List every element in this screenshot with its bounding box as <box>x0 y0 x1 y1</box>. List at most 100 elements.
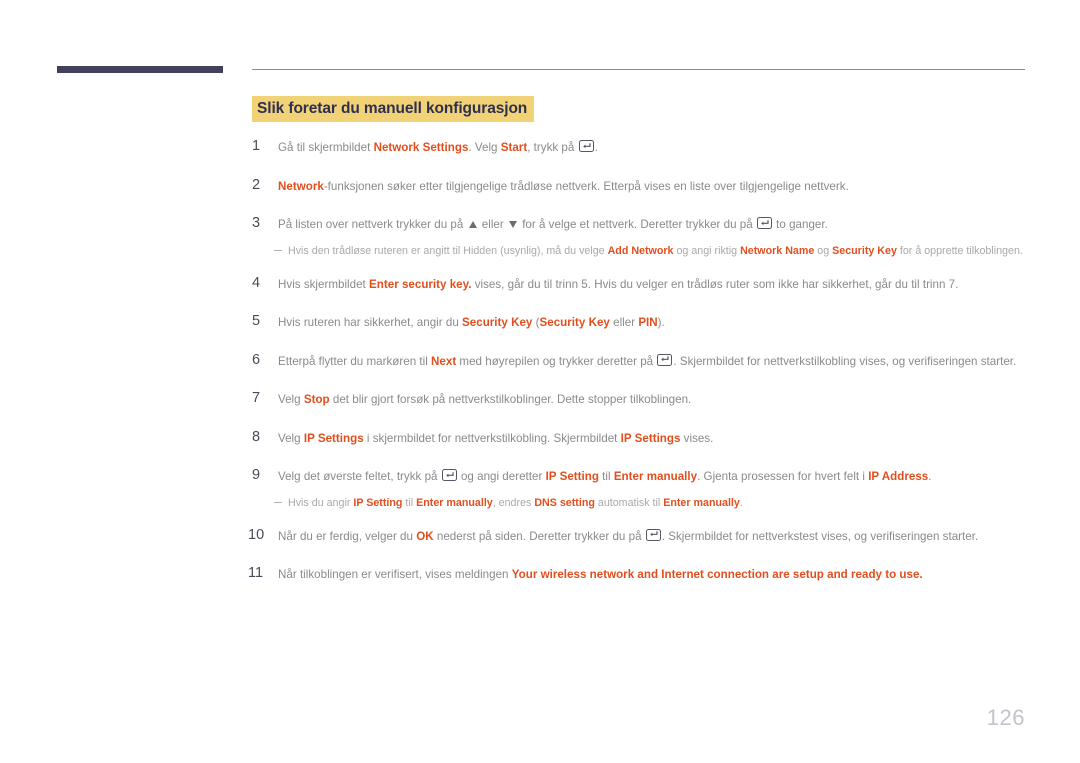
emphasized-term: IP Settings <box>620 431 681 445</box>
triangle-up-icon <box>468 221 477 229</box>
step-text: Hvis skjermbildet Enter security key. vi… <box>278 275 1042 293</box>
text-run: Velg det øverste feltet, trykk på <box>278 470 441 484</box>
enter-key-icon <box>645 528 661 541</box>
text-run: vises, går du til trinn 5. Hvis du velge… <box>471 277 959 291</box>
emphasized-term: Enter security key. <box>369 277 472 291</box>
text-run: og <box>814 244 833 257</box>
text-run: to ganger. <box>772 218 828 232</box>
step-text: Gå til skjermbildet Network Settings. Ve… <box>278 138 1042 156</box>
note-dash-icon <box>274 244 285 252</box>
text-run: Etterpå flytter du markøren til <box>278 354 432 368</box>
step-note: Hvis du angir IP Setting til Enter manua… <box>252 496 1042 511</box>
step-text: Hvis ruteren har sikkerhet, angir du Sec… <box>278 313 1042 331</box>
text-run: i skjermbildet for nettverkstilkobling. … <box>363 431 621 445</box>
enter-key-icon <box>441 469 457 482</box>
text-run: for å opprette tilkoblingen. <box>896 244 1023 257</box>
step-item: 10 Når du er ferdig, velger du OK nederst… <box>248 527 1042 545</box>
emphasized-term: IP Setting <box>545 470 599 484</box>
note-text: Hvis den trådløse ruteren er angitt til … <box>288 244 1042 259</box>
text-run: Når du er ferdig, velger du <box>278 529 417 543</box>
emphasized-term: Next <box>431 354 457 368</box>
emphasized-term: Start <box>500 141 528 155</box>
step-number: 9 <box>252 467 261 484</box>
page-content: Slik foretar du manuell konfigurasjon 1G… <box>248 96 1042 604</box>
text-run: . Skjermbildet for nettverkstilkobling v… <box>673 354 1017 368</box>
step-item: 1 Gå til skjermbildet Network Settings. V… <box>252 138 1042 156</box>
step-text: Velg det øverste feltet, trykk på og ang… <box>278 467 1042 485</box>
text-run: . <box>739 496 743 509</box>
text-run: til <box>402 496 417 509</box>
text-run: Velg <box>278 431 304 445</box>
steps-list: 1 Gå til skjermbildet Network Settings. V… <box>248 138 1042 583</box>
text-run: automatisk til <box>594 496 664 509</box>
step-item: 6 Etterpå flytter du markøren til Next me… <box>252 352 1042 370</box>
header-rule <box>252 69 1025 70</box>
emphasized-term: IP Address <box>868 470 929 484</box>
emphasized-term: Security Key <box>462 316 533 330</box>
corner-accent-bar <box>57 66 223 73</box>
step-note: Hvis den trådløse ruteren er angitt til … <box>252 244 1042 259</box>
step-item: 2 Network-funksjonen søker etter tilgjeng… <box>252 177 1042 195</box>
step-item: 5 Hvis ruteren har sikkerhet, angir du Se… <box>252 313 1042 331</box>
page-number: 126 <box>986 705 1025 730</box>
text-run: På listen over nettverk trykker du på <box>278 218 467 232</box>
enter-key-icon <box>657 353 673 366</box>
emphasized-term: Security Key <box>539 316 610 330</box>
emphasized-term: Network Name <box>740 244 815 257</box>
emphasized-term: Stop <box>303 393 330 407</box>
text-run: ( <box>532 316 540 330</box>
text-run: eller <box>478 218 507 232</box>
step-item: 11 Når tilkoblingen er verifisert, vises … <box>248 565 1042 583</box>
text-run: Gå til skjermbildet <box>278 141 374 155</box>
step-text: På listen over nettverk trykker du på el… <box>278 215 1042 233</box>
emphasized-term: Security Key <box>832 244 897 257</box>
text-run: ). <box>657 316 665 330</box>
step-number: 2 <box>252 176 261 193</box>
text-run: Hvis den trådløse ruteren er angitt til … <box>288 244 608 257</box>
step-item: 7 Velg Stop det blir gjort forsøk på nett… <box>252 390 1042 408</box>
text-run: Velg <box>278 393 304 407</box>
step-text: Network-funksjonen søker etter tilgjenge… <box>278 177 1042 195</box>
step-number: 7 <box>252 390 261 407</box>
step-number: 10 <box>248 526 265 543</box>
emphasized-term: PIN <box>638 316 658 330</box>
step-text: Etterpå flytter du markøren til Next med… <box>278 352 1042 370</box>
text-run: det blir gjort forsøk på nettverkstilkob… <box>329 393 692 407</box>
step-text: Velg IP Settings i skjermbildet for nett… <box>278 429 1042 447</box>
step-number: 5 <box>252 313 261 330</box>
step-text: Velg Stop det blir gjort forsøk på nettv… <box>278 390 1042 408</box>
emphasized-term: IP Setting <box>353 496 403 509</box>
step-item: 8 Velg IP Settings i skjermbildet for net… <box>252 429 1042 447</box>
emphasized-term: Enter manually <box>416 496 493 509</box>
step-number: 4 <box>252 274 261 291</box>
text-run: og angi deretter <box>457 470 546 484</box>
text-run: og angi riktig <box>673 244 741 257</box>
text-run: til <box>598 470 614 484</box>
enter-key-icon <box>578 140 594 153</box>
text-run: med høyrepilen og trykker deretter på <box>456 354 657 368</box>
section-heading: Slik foretar du manuell konfigurasjon <box>252 96 535 123</box>
step-item: 3 På listen over nettverk trykker du på e… <box>252 215 1042 233</box>
emphasized-term: Network Settings <box>373 141 469 155</box>
text-run: . <box>594 141 598 155</box>
step-text: Når tilkoblingen er verifisert, vises me… <box>278 565 1042 583</box>
text-run: . <box>928 470 932 484</box>
step-number: 8 <box>252 428 261 445</box>
emphasized-term: Network <box>278 179 324 193</box>
step-item: 4 Hvis skjermbildet Enter security key. v… <box>252 275 1042 293</box>
text-run: vises. <box>680 431 714 445</box>
text-run: Når tilkoblingen er verifisert, vises me… <box>278 568 512 582</box>
text-run: , endres <box>492 496 535 509</box>
text-run: Hvis du angir <box>288 496 354 509</box>
enter-key-icon <box>756 217 772 230</box>
text-run: for å velge et nettverk. Deretter trykke… <box>518 218 756 232</box>
step-number: 1 <box>252 138 261 155</box>
step-number: 11 <box>248 565 264 582</box>
text-run: eller <box>609 316 639 330</box>
emphasized-term: Enter manually <box>663 496 740 509</box>
text-run: . Gjenta prosessen for hvert felt i <box>697 470 869 484</box>
step-number: 3 <box>252 215 261 232</box>
note-dash-icon <box>274 496 285 504</box>
text-run: Hvis skjermbildet <box>278 277 370 291</box>
emphasized-term: Add Network <box>607 244 674 257</box>
